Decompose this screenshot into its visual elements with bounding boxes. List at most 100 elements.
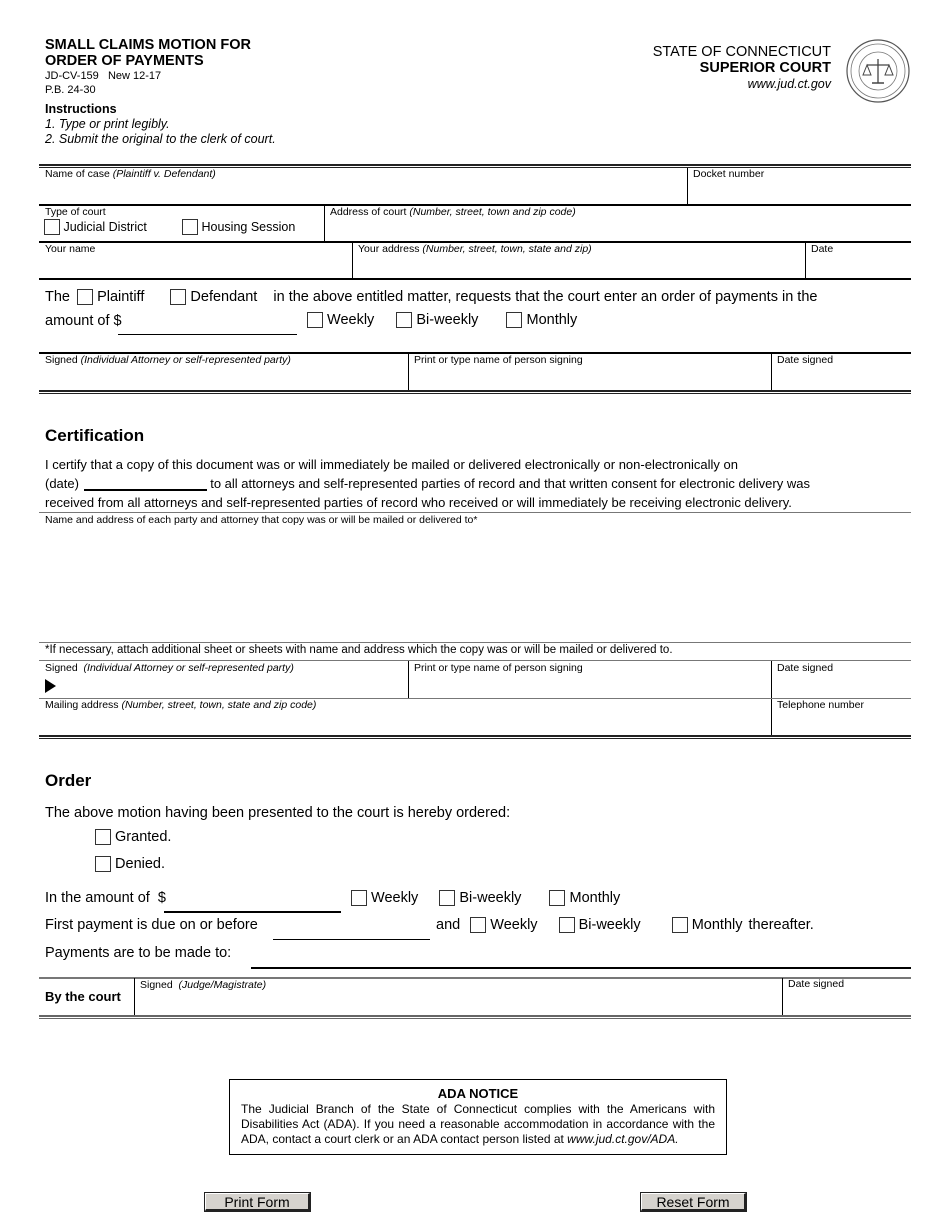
name-address-textarea[interactable] xyxy=(44,530,908,638)
motion-sentence: The Plaintiff Defendant in the above ent… xyxy=(45,289,818,306)
order-frequency: Weekly Bi-weekly Monthly xyxy=(351,890,620,907)
biweekly-checkbox[interactable] xyxy=(396,312,413,329)
name-of-case-label: Name of case (Plaintiff v. Defendant) xyxy=(45,168,216,180)
granted-checkbox[interactable] xyxy=(95,829,111,846)
judge-signed-label: Signed (Judge/Magistrate) xyxy=(140,979,267,991)
denied-checkbox[interactable] xyxy=(95,856,111,873)
section-divider xyxy=(39,390,911,394)
practice-book-ref: P.B. 24-30 xyxy=(45,84,96,96)
type-of-court-label: Type of court xyxy=(45,206,106,218)
docket-number-label: Docket number xyxy=(693,168,765,180)
form-title-line2: ORDER OF PAYMENTS xyxy=(45,53,204,69)
court-website: www.jud.ct.gov xyxy=(747,77,831,91)
name-address-label: Name and address of each party and attor… xyxy=(45,514,478,526)
column-divider xyxy=(805,242,806,278)
cert-date-signed-input[interactable] xyxy=(776,676,907,696)
denied-option[interactable]: Denied. xyxy=(95,856,165,873)
first-payment-label: First payment is due on or before xyxy=(45,917,258,933)
motion-signature-input[interactable] xyxy=(44,368,404,388)
your-address-input[interactable] xyxy=(357,257,801,277)
thereafter-biweekly-checkbox[interactable] xyxy=(558,917,575,934)
telephone-input[interactable] xyxy=(776,713,907,733)
cert-date-signed-label: Date signed xyxy=(777,662,834,674)
housing-session-option[interactable]: Housing Session xyxy=(182,219,295,235)
monthly-checkbox[interactable] xyxy=(506,312,523,329)
motion-date-signed-input[interactable] xyxy=(776,368,907,388)
column-divider xyxy=(782,978,783,1015)
ada-link[interactable]: www.jud.ct.gov/ADA. xyxy=(567,1132,678,1146)
judge-signature-input[interactable] xyxy=(139,993,779,1013)
motion-signed-label: Signed (Individual Attorney or self-repr… xyxy=(45,354,291,366)
cert-print-name-input[interactable] xyxy=(413,676,768,696)
row-divider xyxy=(39,660,911,661)
form-title: SMALL CLAIMS MOTION FOR ORDER OF PAYMENT… xyxy=(45,37,251,69)
cert-signature-input[interactable] xyxy=(60,676,404,696)
telephone-label: Telephone number xyxy=(777,699,864,711)
row-divider xyxy=(39,278,911,280)
form-title-line1: SMALL CLAIMS MOTION FOR xyxy=(45,37,251,53)
cert-print-name-label: Print or type name of person signing xyxy=(414,662,583,674)
instructions-heading: Instructions xyxy=(45,102,117,116)
state-name: STATE OF CONNECTICUT xyxy=(652,44,831,60)
column-divider xyxy=(134,978,135,1015)
payments-to-label: Payments are to be made to: xyxy=(45,945,232,961)
column-divider xyxy=(771,353,772,390)
judge-date-signed-label: Date signed xyxy=(788,978,845,990)
row-divider xyxy=(39,642,911,643)
address-of-court-label: Address of court (Number, street, town a… xyxy=(330,206,576,218)
your-name-input[interactable] xyxy=(44,257,349,277)
address-of-court-input[interactable] xyxy=(329,220,907,240)
plaintiff-checkbox[interactable] xyxy=(77,289,94,306)
judicial-district-option[interactable]: Judicial District xyxy=(44,219,147,235)
your-address-label: Your address (Number, street, town, stat… xyxy=(358,243,592,255)
plaintiff-label: Plaintiff xyxy=(97,289,145,306)
order-amount-label: In the amount of $ xyxy=(45,890,166,906)
defendant-checkbox[interactable] xyxy=(170,289,187,306)
first-payment-underline xyxy=(273,939,430,940)
date-label: Date xyxy=(811,243,834,255)
name-of-case-input[interactable] xyxy=(44,182,684,202)
state-seal-icon xyxy=(846,39,910,103)
docket-number-input[interactable] xyxy=(692,182,907,202)
column-divider xyxy=(687,168,688,204)
court-name: SUPERIOR COURT xyxy=(699,60,831,76)
form-identifiers: JD-CV-159 New 12-17 P.B. 24-30 xyxy=(45,69,161,97)
certification-date-input[interactable] xyxy=(86,472,206,490)
weekly-checkbox[interactable] xyxy=(307,312,323,329)
column-divider xyxy=(408,661,409,698)
first-payment-date-input[interactable] xyxy=(275,916,429,936)
order-amount-underline xyxy=(164,911,341,913)
ada-body: The Judicial Branch of the State of Conn… xyxy=(241,1102,715,1146)
defendant-label: Defendant xyxy=(190,289,258,306)
ada-heading: ADA NOTICE xyxy=(437,1086,519,1101)
order-amount-input[interactable] xyxy=(180,889,338,909)
section-divider xyxy=(39,1015,911,1019)
date-input[interactable] xyxy=(810,257,908,277)
instruction-item: 1. Type or print legibly. xyxy=(45,117,170,131)
reset-form-button[interactable]: Reset Form xyxy=(640,1192,747,1212)
judge-date-signed-input[interactable] xyxy=(787,993,907,1013)
amount-underline xyxy=(118,334,297,335)
column-divider xyxy=(324,205,325,241)
court-header: STATE OF CONNECTICUT SUPERIOR COURT www.… xyxy=(653,44,831,92)
motion-print-name-input[interactable] xyxy=(413,368,768,388)
judicial-district-checkbox[interactable] xyxy=(44,219,60,235)
print-form-button[interactable]: Print Form xyxy=(204,1192,311,1212)
your-name-label: Your name xyxy=(45,243,96,255)
mailing-address-input[interactable] xyxy=(44,713,766,733)
order-heading: Order xyxy=(45,771,92,790)
order-biweekly-checkbox[interactable] xyxy=(439,890,456,907)
order-weekly-checkbox[interactable] xyxy=(351,890,367,907)
granted-option[interactable]: Granted. xyxy=(95,829,171,846)
signature-arrow-icon xyxy=(45,679,56,693)
motion-frequency: Weekly Bi-weekly Monthly xyxy=(307,312,577,329)
motion-amount-input[interactable] xyxy=(133,312,293,332)
housing-session-checkbox[interactable] xyxy=(182,219,198,235)
thereafter-weekly-checkbox[interactable] xyxy=(470,917,487,934)
order-intro: The above motion having been presented t… xyxy=(45,805,511,821)
certification-footnote: *If necessary, attach additional sheet o… xyxy=(45,644,673,656)
thereafter-monthly-checkbox[interactable] xyxy=(671,917,688,934)
payments-to-input[interactable] xyxy=(253,944,908,964)
order-monthly-checkbox[interactable] xyxy=(549,890,566,907)
motion-date-signed-label: Date signed xyxy=(777,354,834,366)
